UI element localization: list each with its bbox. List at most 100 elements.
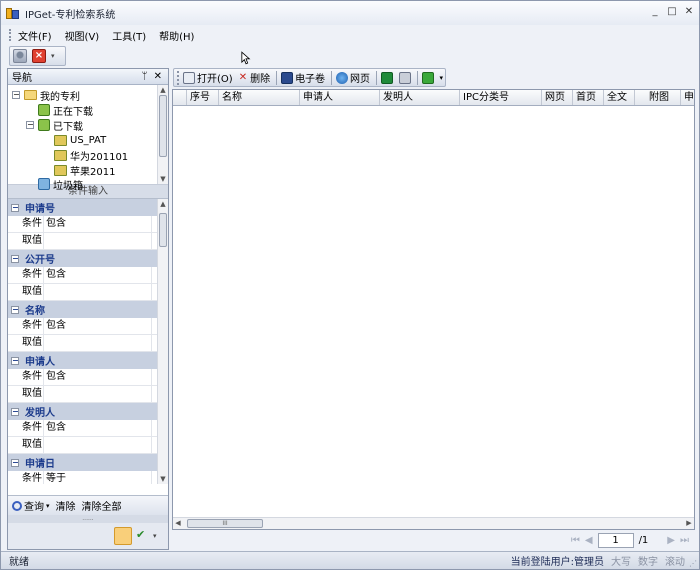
category-application-date[interactable]: − 申请日 [8, 454, 157, 471]
column-header[interactable]: 首页 [573, 90, 604, 105]
minimize-button[interactable]: _ [649, 6, 661, 18]
first-page-icon[interactable]: ⏮ [571, 535, 580, 546]
exit-icon[interactable]: × [32, 49, 46, 63]
delete-button[interactable]: ✕ 删除 [239, 70, 270, 85]
page-number-input[interactable]: 1 [597, 532, 634, 548]
column-header[interactable]: 序号 [187, 90, 219, 105]
edit-condition-icon[interactable] [114, 527, 132, 545]
column-header[interactable]: 名称 [219, 90, 300, 105]
category-application-number[interactable]: − 申请号 [8, 199, 157, 216]
next-page-icon[interactable]: ▶ [667, 535, 675, 546]
scroll-thumb[interactable] [159, 95, 167, 157]
scroll-thumb[interactable]: III [187, 519, 263, 528]
tree-item-my-patents[interactable]: − 我的专利 [12, 88, 80, 103]
property-row[interactable]: 条件 包含 [8, 267, 157, 284]
tree-item-label: US_PAT [70, 134, 107, 146]
scroll-down-icon[interactable]: ▼ [158, 474, 168, 484]
scroll-thumb[interactable] [159, 213, 167, 247]
check-icon[interactable]: ✔ [136, 529, 148, 541]
menu-tools[interactable]: 工具(T) [112, 28, 146, 43]
tree-scrollbar[interactable]: ▲ ▼ [157, 85, 168, 184]
menu-grip-handle[interactable] [9, 29, 12, 41]
menu-file[interactable]: 文件(F) [18, 28, 52, 43]
column-header[interactable]: 发明人 [380, 90, 460, 105]
property-row[interactable]: 取值 [8, 437, 157, 454]
status-text: 就绪 [9, 557, 29, 568]
delete-icon: ✕ [238, 72, 248, 83]
toolbar-overflow-icon[interactable]: ▾ [440, 74, 444, 82]
tree-item-trash[interactable]: 垃圾箱 [38, 177, 83, 192]
menu-view[interactable]: 视图(V) [65, 28, 100, 43]
print-icon[interactable] [398, 71, 411, 84]
web-button[interactable]: 网页 [336, 70, 370, 85]
user-login-icon[interactable] [13, 49, 27, 63]
column-header[interactable]: 附图 [635, 90, 681, 105]
grid-horizontal-scrollbar[interactable]: ◀ III ▶ [173, 517, 694, 529]
result-grid[interactable]: 序号 名称 申请人 发明人 IPC分类号 网页 首页 全文 附图 申 ◀ III… [172, 89, 695, 530]
main-window: IPGet-专利检索系统 _ □ ✕ 文件(F) 视图(V) 工具(T) 帮助(… [0, 0, 700, 570]
scroll-left-icon[interactable]: ◀ [173, 518, 183, 529]
app-icon [6, 6, 20, 20]
category-inventor[interactable]: − 发明人 [8, 403, 157, 420]
result-toolbar: 打开(O) ✕ 删除 电子卷 网页 ▾ [173, 68, 446, 87]
pager: ⏮ ◀ 1 /1 ▶ ⏭ [172, 531, 695, 549]
pin-icon[interactable]: ᛘ [142, 71, 148, 82]
property-row[interactable]: 取值 [8, 233, 157, 250]
maximize-button[interactable]: □ [666, 6, 678, 18]
mouse-cursor-icon [241, 51, 251, 65]
property-row[interactable]: 条件 包含 [8, 369, 157, 386]
property-row[interactable]: 取值 [8, 335, 157, 352]
toolbar-grip-handle[interactable] [177, 70, 179, 85]
scroll-up-icon[interactable]: ▲ [158, 199, 168, 209]
clear-button[interactable]: 清除 [56, 498, 76, 513]
refresh-icon[interactable] [421, 71, 434, 84]
open-button[interactable]: 打开(O) [183, 70, 233, 85]
condition-scrollbar[interactable]: ▲ ▼ [157, 199, 168, 484]
column-header[interactable]: 申 [681, 90, 694, 105]
property-row[interactable]: 取值 [8, 284, 157, 301]
excel-export-icon[interactable] [381, 71, 393, 84]
category-publication-number[interactable]: − 公开号 [8, 250, 157, 267]
column-header[interactable]: IPC分类号 [460, 90, 542, 105]
category-name[interactable]: − 名称 [8, 301, 157, 318]
property-row[interactable]: 条件 包含 [8, 318, 157, 335]
collapse-toggle-icon[interactable]: − [12, 91, 20, 99]
downloading-icon [38, 104, 50, 116]
property-row[interactable]: 条件 等于 [8, 471, 157, 484]
title-bar: IPGet-专利检索系统 _ □ ✕ [1, 1, 699, 25]
chevron-down-icon[interactable]: ▾ [46, 502, 50, 510]
close-button[interactable]: ✕ [683, 6, 695, 18]
menu-help[interactable]: 帮助(H) [159, 28, 194, 43]
tree-item-us-pat[interactable]: US_PAT [54, 133, 106, 147]
tree-item-downloading[interactable]: 正在下载 [38, 103, 93, 118]
resize-grip-icon[interactable]: ⋰ [689, 559, 697, 568]
tree-item-downloaded[interactable]: − 已下载 [26, 118, 83, 133]
pane-splitter[interactable]: ...... [8, 515, 168, 523]
tree-item-apple[interactable]: 苹果2011 [54, 163, 115, 178]
collapse-toggle-icon[interactable]: − [26, 121, 34, 129]
column-header[interactable]: 申请人 [300, 90, 380, 105]
search-button[interactable]: 查询 ▾ [12, 498, 50, 513]
clear-all-button[interactable]: 清除全部 [82, 498, 122, 513]
patent-icon [54, 134, 67, 146]
scroll-right-icon[interactable]: ▶ [684, 518, 694, 529]
toolbar-overflow-icon[interactable]: ▾ [51, 52, 55, 60]
property-row[interactable]: 取值 [8, 386, 157, 403]
ebook-button[interactable]: 电子卷 [281, 70, 325, 85]
column-header[interactable]: 网页 [542, 90, 573, 105]
previous-page-icon[interactable]: ◀ [585, 535, 593, 546]
last-page-icon[interactable]: ⏭ [680, 535, 689, 546]
category-applicant[interactable]: − 申请人 [8, 352, 157, 369]
navigation-title: 导航 [12, 73, 32, 84]
property-row[interactable]: 条件 包含 [8, 216, 157, 233]
scroll-up-icon[interactable]: ▲ [158, 85, 168, 95]
chevron-down-icon[interactable]: ▾ [153, 532, 157, 540]
tree-item-huawei[interactable]: 华为201101 [54, 148, 128, 163]
property-row[interactable]: 条件 包含 [8, 420, 157, 437]
menu-bar: 文件(F) 视图(V) 工具(T) 帮助(H) [1, 25, 699, 45]
column-header[interactable]: 全文 [604, 90, 635, 105]
folder-icon [24, 90, 37, 100]
patent-icon [54, 164, 67, 176]
scroll-down-icon[interactable]: ▼ [158, 174, 168, 184]
close-pane-icon[interactable]: ✕ [154, 71, 162, 82]
